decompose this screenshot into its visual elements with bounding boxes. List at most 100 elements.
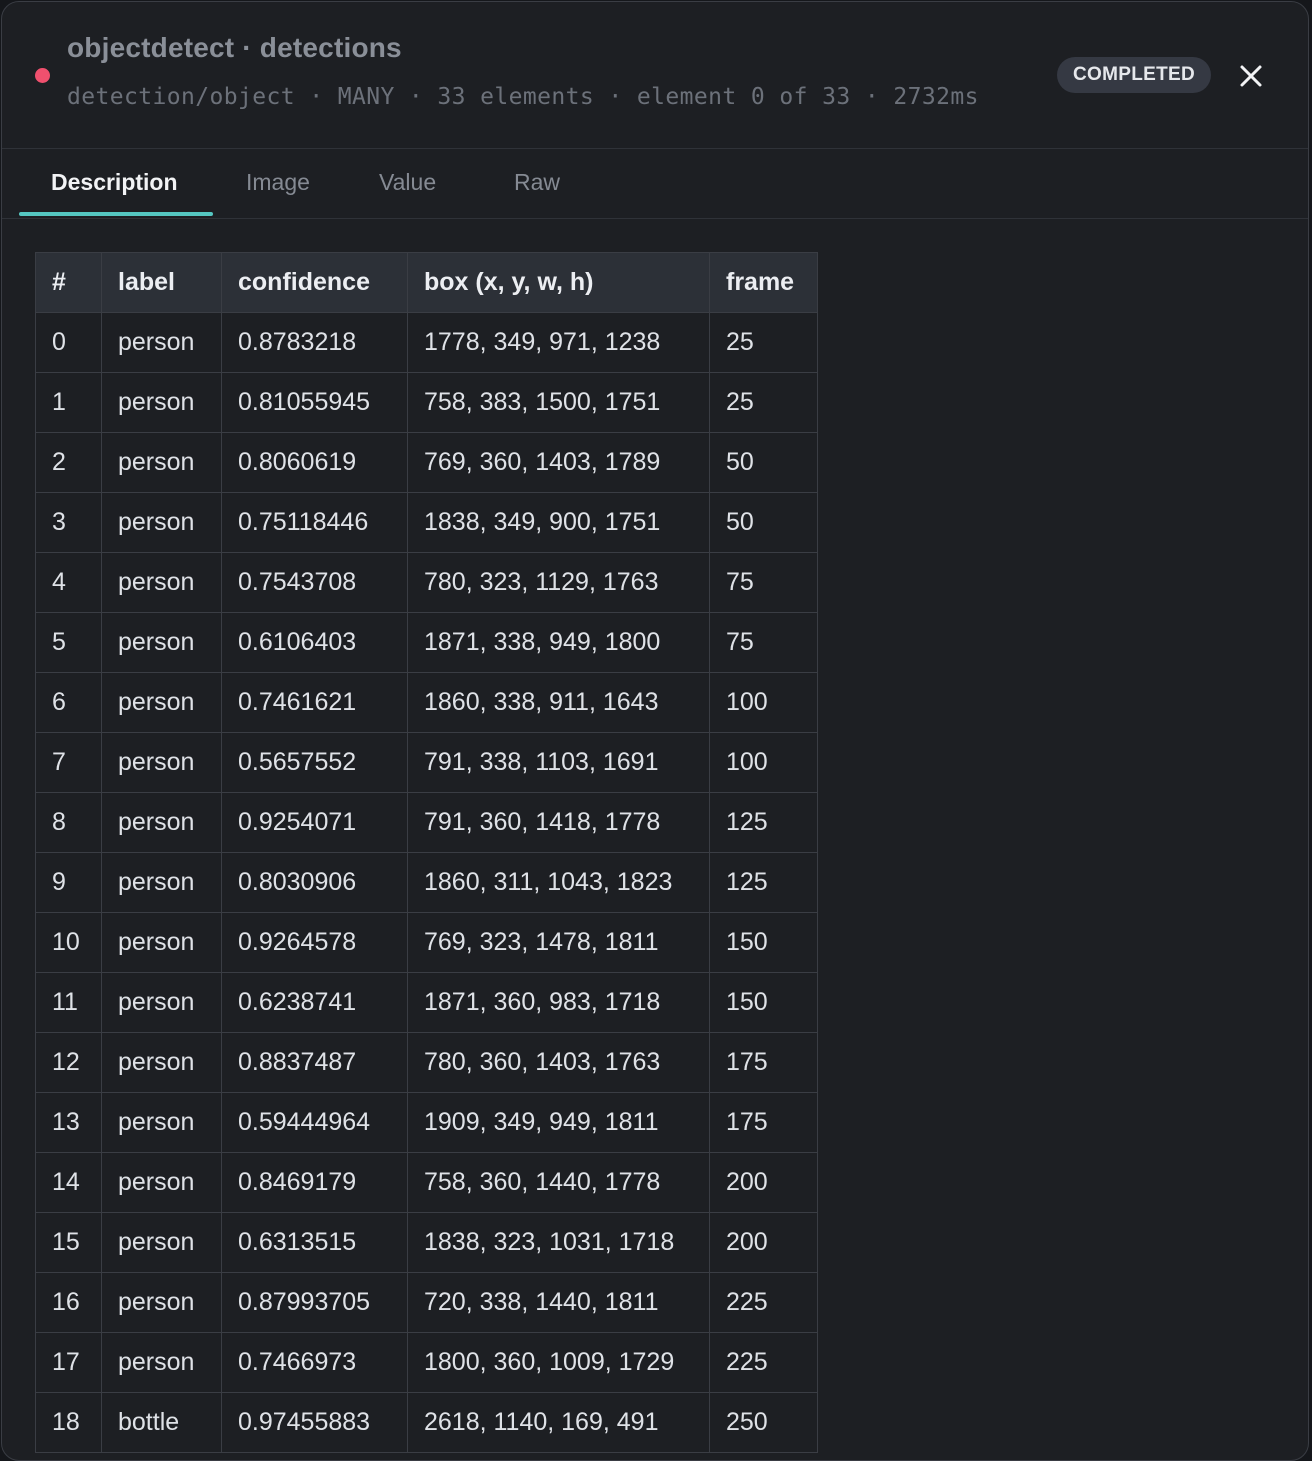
cell-confidence: 0.87993705 <box>221 1272 408 1333</box>
cell-frame: 50 <box>709 432 818 493</box>
cell-frame: 125 <box>709 852 818 913</box>
active-tab-indicator <box>19 212 213 216</box>
cell-confidence: 0.6106403 <box>221 612 408 673</box>
cell-label: person <box>101 1152 222 1213</box>
status-badge: COMPLETED <box>1057 57 1211 93</box>
table-row: 17 person 0.7466973 1800, 360, 1009, 1729 22… <box>35 1332 818 1393</box>
cell-index: 16 <box>35 1272 102 1333</box>
cell-frame: 75 <box>709 552 818 613</box>
cell-confidence: 0.8469179 <box>221 1152 408 1213</box>
cell-confidence: 0.6313515 <box>221 1212 408 1273</box>
cell-confidence: 0.6238741 <box>221 972 408 1033</box>
column-header: frame <box>709 252 818 313</box>
cell-box: 1800, 360, 1009, 1729 <box>407 1332 710 1393</box>
tab-description[interactable]: Description <box>51 149 178 215</box>
cell-frame: 175 <box>709 1032 818 1093</box>
cell-frame: 100 <box>709 732 818 793</box>
cell-label: person <box>101 612 222 673</box>
cell-frame: 50 <box>709 492 818 553</box>
table-row: 4 person 0.7543708 780, 323, 1129, 1763 75 <box>35 552 818 613</box>
cell-box: 1860, 311, 1043, 1823 <box>407 852 710 913</box>
tab-image[interactable]: Image <box>246 149 310 215</box>
cell-index: 0 <box>35 312 102 373</box>
table-header-row: # label confidence box (x, y, w, h) frame <box>35 252 818 313</box>
cell-index: 8 <box>35 792 102 853</box>
cell-frame: 150 <box>709 972 818 1033</box>
cell-confidence: 0.81055945 <box>221 372 408 433</box>
cell-box: 769, 360, 1403, 1789 <box>407 432 710 493</box>
cell-confidence: 0.7461621 <box>221 672 408 733</box>
cell-label: person <box>101 1212 222 1273</box>
cell-frame: 25 <box>709 312 818 373</box>
cell-box: 1860, 338, 911, 1643 <box>407 672 710 733</box>
close-button[interactable] <box>1234 59 1268 93</box>
cell-confidence: 0.8783218 <box>221 312 408 373</box>
table-row: 3 person 0.75118446 1838, 349, 900, 1751 50 <box>35 492 818 553</box>
cell-box: 1871, 338, 949, 1800 <box>407 612 710 673</box>
column-header: box (x, y, w, h) <box>407 252 710 313</box>
cell-index: 10 <box>35 912 102 973</box>
cell-index: 17 <box>35 1332 102 1393</box>
cell-box: 791, 360, 1418, 1778 <box>407 792 710 853</box>
cell-frame: 250 <box>709 1392 818 1453</box>
cell-index: 1 <box>35 372 102 433</box>
cell-confidence: 0.5657552 <box>221 732 408 793</box>
cell-frame: 150 <box>709 912 818 973</box>
cell-box: 769, 323, 1478, 1811 <box>407 912 710 973</box>
cell-index: 2 <box>35 432 102 493</box>
cell-index: 18 <box>35 1392 102 1453</box>
table-row: 10 person 0.9264578 769, 323, 1478, 1811 150 <box>35 912 818 973</box>
cell-frame: 75 <box>709 612 818 673</box>
cell-frame: 175 <box>709 1092 818 1153</box>
cell-box: 2618, 1140, 169, 491 <box>407 1392 710 1453</box>
cell-box: 791, 338, 1103, 1691 <box>407 732 710 793</box>
cell-label: person <box>101 372 222 433</box>
table-row: 5 person 0.6106403 1871, 338, 949, 1800 75 <box>35 612 818 673</box>
cell-confidence: 0.97455883 <box>221 1392 408 1453</box>
cell-box: 758, 360, 1440, 1778 <box>407 1152 710 1213</box>
cell-box: 1778, 349, 971, 1238 <box>407 312 710 373</box>
cell-index: 3 <box>35 492 102 553</box>
table-row: 12 person 0.8837487 780, 360, 1403, 1763 175 <box>35 1032 818 1093</box>
cell-index: 6 <box>35 672 102 733</box>
table-row: 7 person 0.5657552 791, 338, 1103, 1691 100 <box>35 732 818 793</box>
tab-bar: Description Image Value Raw <box>2 149 1308 219</box>
cell-index: 9 <box>35 852 102 913</box>
tab-value[interactable]: Value <box>379 149 436 215</box>
cell-index: 4 <box>35 552 102 613</box>
cell-frame: 25 <box>709 372 818 433</box>
column-header: # <box>35 252 102 313</box>
table-row: 14 person 0.8469179 758, 360, 1440, 1778 200 <box>35 1152 818 1213</box>
column-header: label <box>101 252 222 313</box>
cell-index: 5 <box>35 612 102 673</box>
cell-box: 1838, 349, 900, 1751 <box>407 492 710 553</box>
cell-frame: 125 <box>709 792 818 853</box>
cell-box: 780, 323, 1129, 1763 <box>407 552 710 613</box>
cell-box: 1838, 323, 1031, 1718 <box>407 1212 710 1273</box>
cell-frame: 200 <box>709 1212 818 1273</box>
cell-box: 780, 360, 1403, 1763 <box>407 1032 710 1093</box>
cell-index: 11 <box>35 972 102 1033</box>
cell-label: person <box>101 912 222 973</box>
cell-label: person <box>101 852 222 913</box>
table-row: 0 person 0.8783218 1778, 349, 971, 1238 25 <box>35 312 818 373</box>
cell-label: person <box>101 672 222 733</box>
cell-index: 12 <box>35 1032 102 1093</box>
cell-confidence: 0.7466973 <box>221 1332 408 1393</box>
detections-modal: objectdetect · detections detection/obje… <box>1 1 1309 1461</box>
cell-label: person <box>101 312 222 373</box>
status-dot-icon <box>35 68 50 83</box>
cell-box: 720, 338, 1440, 1811 <box>407 1272 710 1333</box>
cell-label: person <box>101 492 222 553</box>
cell-box: 1871, 360, 983, 1718 <box>407 972 710 1033</box>
modal-header: objectdetect · detections detection/obje… <box>2 2 1308 149</box>
cell-confidence: 0.75118446 <box>221 492 408 553</box>
description-panel: # label confidence box (x, y, w, h) frame 0p… <box>2 219 1308 1453</box>
cell-label: person <box>101 552 222 613</box>
table-row: 8 person 0.9254071 791, 360, 1418, 1778 125 <box>35 792 818 853</box>
cell-confidence: 0.8837487 <box>221 1032 408 1093</box>
cell-frame: 225 <box>709 1332 818 1393</box>
cell-box: 758, 383, 1500, 1751 <box>407 372 710 433</box>
tab-raw[interactable]: Raw <box>514 149 560 215</box>
column-header: confidence <box>221 252 408 313</box>
